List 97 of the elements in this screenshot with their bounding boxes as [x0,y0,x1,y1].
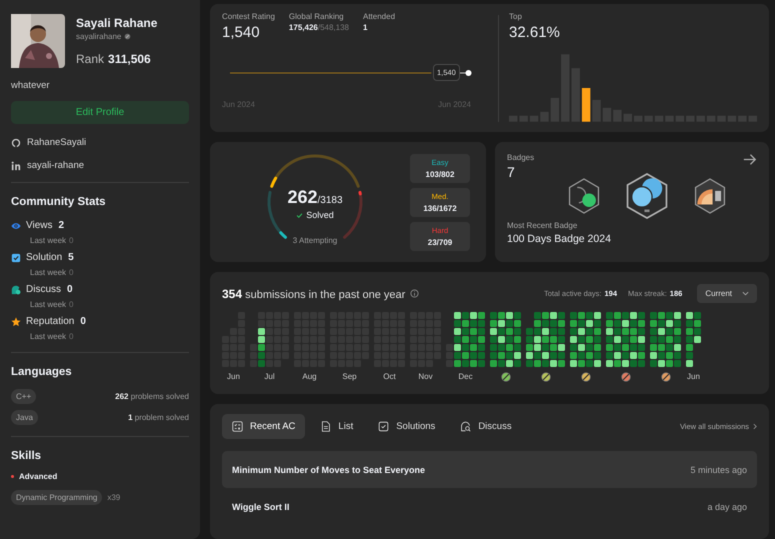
top-percent: 32.61% [509,24,561,41]
github-icon [11,138,21,148]
last-week-label: Last week [30,236,66,245]
arrow-right-icon[interactable] [743,153,757,166]
last-week-value: 0 [69,300,74,309]
tab[interactable]: Solutions [368,414,446,439]
solved-label: Solved [306,210,334,220]
attended-value: 1 [362,23,368,32]
attended-label: Attended [362,12,396,21]
month-label: Dec [458,372,473,381]
month-label: Aug [302,372,317,381]
language-tag: C++ [11,389,36,404]
total-count: /3183 [318,195,343,206]
month-label: Jul [264,372,275,381]
month-label: Oct [383,372,396,381]
period-dropdown[interactable]: Current [697,284,757,303]
edit-profile-button[interactable]: Edit Profile [11,101,189,124]
document-icon [320,421,332,432]
top-label: Top [509,12,523,21]
last-week-value: 0 [69,268,74,277]
ranking-value: 175,426 [288,23,318,32]
language-tag: Java [11,410,38,425]
stat-label: Reputation [26,316,74,327]
info-icon[interactable] [410,289,420,298]
profile-link[interactable]: RahaneSayali [27,137,86,148]
badge-icon[interactable] [567,177,601,215]
problems-solved-text: 262 problems solved [115,392,189,401]
discuss-icon [11,284,21,294]
last-week-label: Last week [30,332,66,341]
section-title: Community Stats [11,196,107,208]
last-week-value: 0 [69,236,74,245]
submissions-summary: 354 submissions in the past one year [222,286,406,300]
badge-icon[interactable] [693,177,727,215]
month-label: Sep [342,372,357,381]
user-name: Sayali Rahane [76,16,158,30]
submission-row[interactable]: Minimum Number of Moves to Seat Everyone 5 minutes ago [222,451,757,488]
checkbox-icon [378,421,390,432]
username: sayalirahane [76,32,122,41]
section-title: Skills [11,450,42,462]
difficulty-count: 136/1672 [423,204,457,212]
problem-title: Wiggle Sort II [232,502,290,512]
stat-value: 0 [80,316,86,327]
stat-value: 0 [67,284,73,295]
badge-icon [124,33,132,40]
histogram-bar [592,100,601,122]
ranking-label: Global Ranking [288,12,345,21]
badge-icon[interactable] [625,172,669,220]
rank-label: Rank [76,52,104,66]
rating-value: 1,540 [222,24,261,41]
stat-value: 5 [68,252,74,263]
submission-time: a day ago [707,502,747,512]
search-chat-icon [460,421,472,432]
rating-label: Contest Rating [222,12,275,21]
chevron-right-icon [753,423,757,430]
check-icon [296,212,304,218]
checkbox-icon [11,252,21,262]
profile-link[interactable]: sayali-rahane [27,160,84,171]
stat-label: Discuss [26,284,62,295]
stat-label: Solution [26,252,62,263]
submission-time: 5 minutes ago [690,464,747,474]
chevron-down-icon [742,291,749,296]
problem-title: Minimum Number of Moves to Seat Everyone [232,464,426,474]
recent-badge-label: Most Recent Badge [507,221,578,230]
skill-count: x39 [107,493,120,502]
difficulty-count: 23/709 [428,238,452,246]
bio-text: whatever [11,80,51,91]
skill-tag[interactable]: Dynamic Programming [11,490,102,505]
last-week-label: Last week [30,300,66,309]
tab[interactable]: Discuss [450,414,522,439]
badges-label: Badges [507,153,534,162]
rank-value: 311,506 [108,52,151,66]
difficulty-count: 103/802 [426,170,454,178]
histogram-bar [582,88,590,122]
stat-value: 2 [58,220,64,231]
solved-count: 262 [287,187,318,208]
month-label: Jun [227,372,240,381]
ranking-total: /548,138 [318,23,349,32]
badge-count: 7 [507,164,516,180]
attempting-text: 3 Attempting [292,236,338,245]
histogram-bar [572,68,580,122]
last-week-label: Last week [30,268,66,277]
section-title: Languages [11,366,73,378]
eye-icon [11,220,21,230]
problems-solved-text: 1 problem solved [128,413,189,422]
stat-label: Views [26,220,52,231]
checklist-icon [232,421,243,432]
tab[interactable]: Recent AC [222,414,306,439]
tab[interactable]: List [310,414,364,439]
data-point-icon [460,68,472,76]
submission-row[interactable]: Wiggle Sort II a day ago [222,488,757,525]
skill-level-label: Advanced [19,472,58,481]
month-label: Nov [418,372,433,381]
star-icon [11,316,21,326]
month-label: Jun [687,372,700,381]
linkedin-icon [11,160,21,170]
recent-badge-name: 100 Days Badge 2024 [507,233,612,245]
last-week-value: 0 [69,332,74,341]
